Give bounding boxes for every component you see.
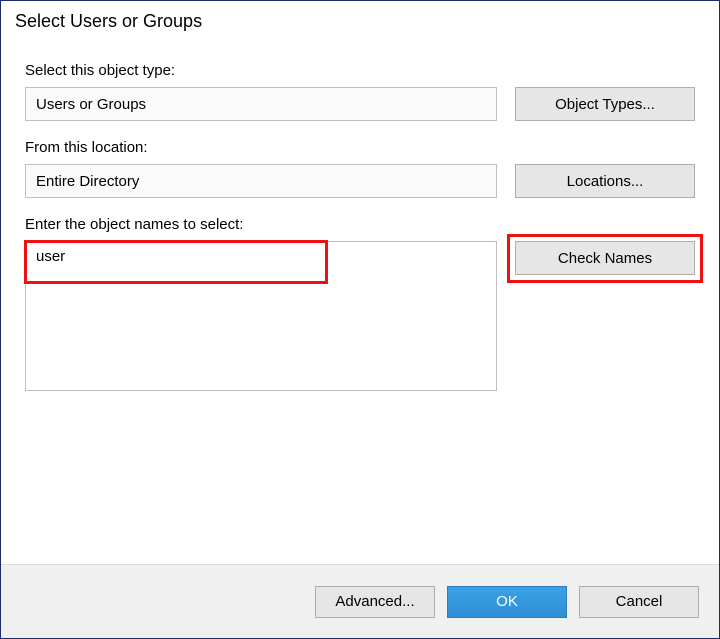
object-names-label: Enter the object names to select: bbox=[25, 216, 695, 233]
cancel-button[interactable]: Cancel bbox=[579, 586, 699, 618]
location-field[interactable]: Entire Directory bbox=[25, 164, 497, 198]
check-names-wrap: Check Names bbox=[515, 241, 695, 275]
check-names-button[interactable]: Check Names bbox=[515, 241, 695, 275]
object-types-button[interactable]: Object Types... bbox=[515, 87, 695, 121]
location-label: From this location: bbox=[25, 139, 695, 156]
advanced-button[interactable]: Advanced... bbox=[315, 586, 435, 618]
object-type-field[interactable]: Users or Groups bbox=[25, 87, 497, 121]
ok-button[interactable]: OK bbox=[447, 586, 567, 618]
locations-button[interactable]: Locations... bbox=[515, 164, 695, 198]
dialog-content: Select this object type: Users or Groups… bbox=[1, 38, 719, 564]
object-names-textarea-wrap bbox=[25, 241, 497, 391]
object-names-input[interactable] bbox=[26, 242, 496, 390]
dialog-footer: Advanced... OK Cancel bbox=[1, 564, 719, 638]
dialog-title: Select Users or Groups bbox=[1, 1, 719, 38]
object-type-label: Select this object type: bbox=[25, 62, 695, 79]
select-users-dialog: Select Users or Groups Select this objec… bbox=[0, 0, 720, 639]
